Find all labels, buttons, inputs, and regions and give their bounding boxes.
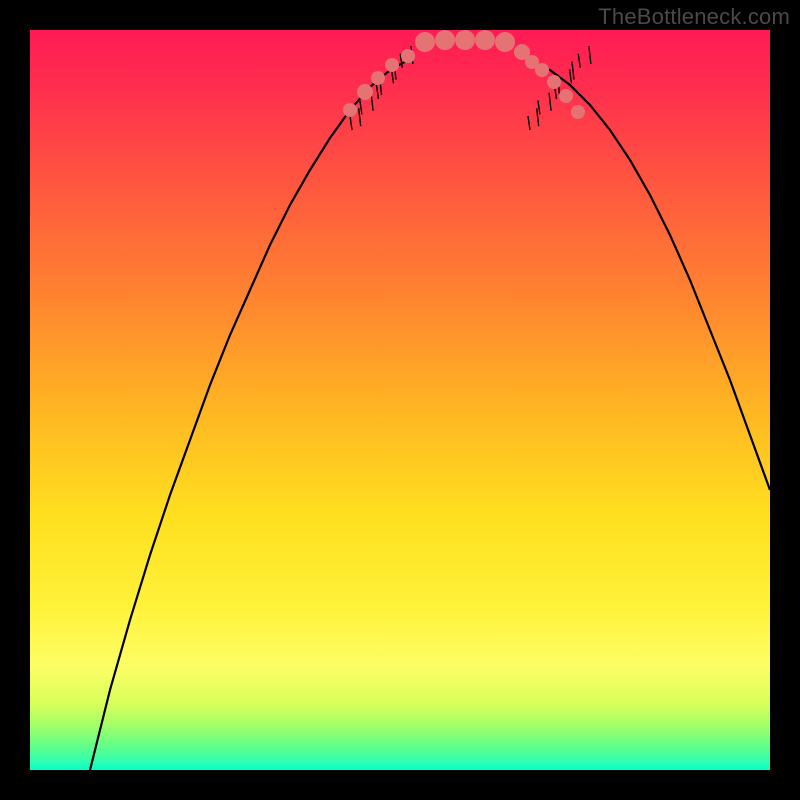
beads-group: [343, 30, 585, 119]
bead-marker: [495, 32, 515, 52]
chart-svg: [30, 30, 770, 770]
bead-marker: [415, 32, 435, 52]
bead-marker: [357, 84, 373, 100]
curve-left: [90, 60, 408, 770]
bead-marker: [343, 103, 357, 117]
bead-marker: [547, 75, 561, 89]
bead-marker: [435, 30, 455, 50]
watermark-text: TheBottleneck.com: [598, 4, 790, 30]
curve-right: [528, 60, 770, 490]
bead-marker: [535, 63, 549, 77]
bead-marker: [401, 49, 415, 63]
bead-marker: [455, 30, 475, 50]
bead-marker: [475, 30, 495, 50]
bead-marker: [571, 105, 585, 119]
bead-marker: [385, 58, 399, 72]
plot-area: [30, 30, 770, 770]
chart-frame: TheBottleneck.com: [0, 0, 800, 800]
bead-marker: [559, 89, 573, 103]
bead-marker: [371, 71, 385, 85]
